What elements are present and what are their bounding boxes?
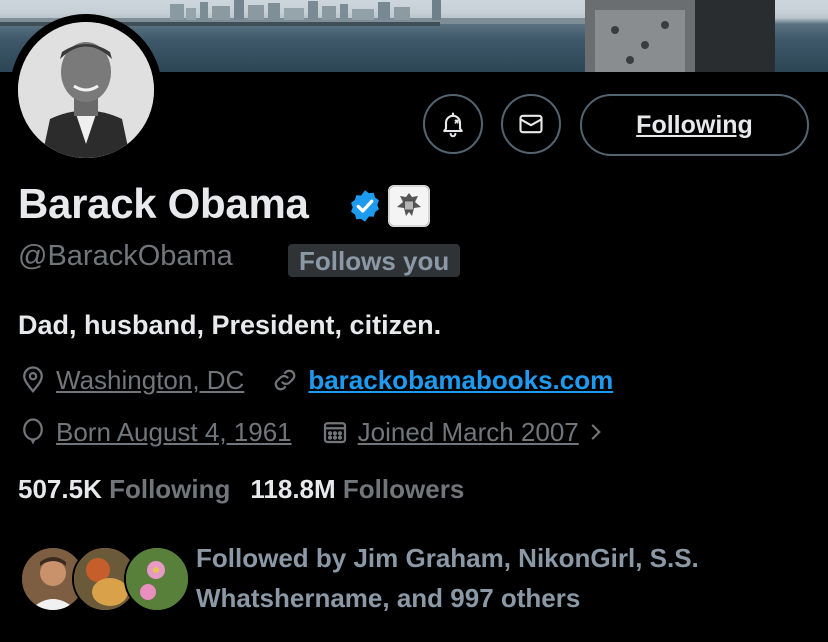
follows-you-badge: Follows you xyxy=(288,244,461,277)
follower-avatar xyxy=(124,546,190,612)
message-button[interactable] xyxy=(501,94,561,154)
mail-icon xyxy=(519,114,543,134)
followers-stat[interactable]: 118.8M Followers xyxy=(250,474,464,505)
website-link[interactable]: barackobamabooks.com xyxy=(308,365,613,396)
following-count: 507.5K xyxy=(18,474,102,504)
birthday-text[interactable]: Born August 4, 1961 xyxy=(56,417,292,448)
notifications-button[interactable] xyxy=(423,94,483,154)
link-icon xyxy=(270,365,300,395)
location-pin-icon xyxy=(18,365,48,395)
following-label: Following xyxy=(109,474,231,504)
notification-bell-icon xyxy=(443,112,463,138)
following-stat[interactable]: 507.5K Following xyxy=(18,474,230,505)
followed-by-avatars[interactable] xyxy=(20,546,190,614)
dates-row: Born August 4, 1961 Joined March 2007 xyxy=(18,415,615,449)
profile-bio: Dad, husband, President, citizen. xyxy=(18,310,442,340)
calendar-icon xyxy=(320,417,350,447)
follow-stats: 507.5K Following 118.8M Followers xyxy=(18,474,464,505)
location-text[interactable]: Washington, DC xyxy=(56,365,244,396)
banner-person xyxy=(585,0,775,72)
profile-handle: @BarackObama xyxy=(18,240,233,272)
chevron-right-icon[interactable] xyxy=(585,419,607,445)
followers-label: Followers xyxy=(342,474,465,504)
verified-badge-icon[interactable] xyxy=(347,188,383,224)
location-row: Washington, DC barackobamabooks.com xyxy=(18,363,613,397)
birthday-balloon-icon xyxy=(18,417,48,447)
government-seal-icon[interactable] xyxy=(388,185,430,227)
followed-by-text[interactable]: Followed by Jim Graham, NikonGirl, S.S. … xyxy=(196,538,816,618)
joined-text[interactable]: Joined March 2007 xyxy=(358,417,579,448)
following-button[interactable]: Following xyxy=(580,94,809,156)
display-name: Barack Obama xyxy=(18,180,309,227)
profile-avatar[interactable] xyxy=(10,14,162,166)
followers-count: 118.8M xyxy=(250,474,336,504)
